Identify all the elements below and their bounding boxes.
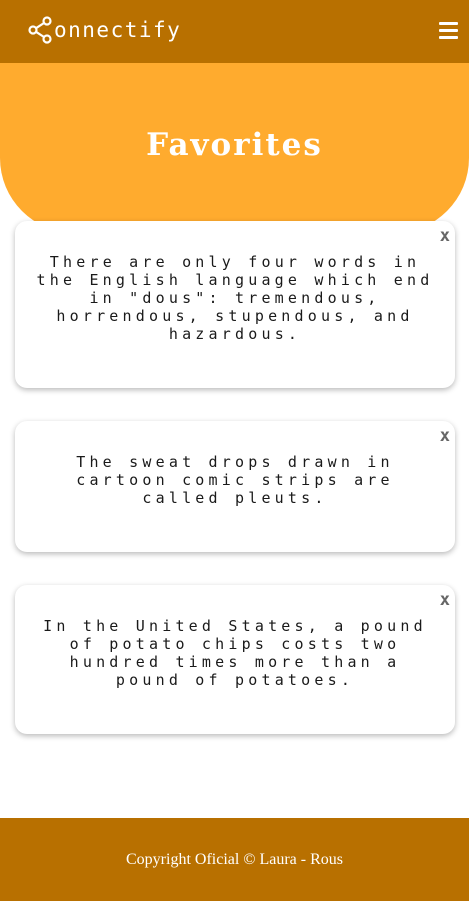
- favorite-card: x The sweat drops drawn in cartoon comic…: [15, 421, 455, 552]
- menu-bar: [439, 22, 458, 25]
- favorite-text: In the United States, a pound of potato …: [43, 617, 427, 689]
- favorite-text: The sweat drops drawn in cartoon comic s…: [76, 453, 394, 507]
- close-icon[interactable]: x: [440, 427, 450, 445]
- copyright-text: Copyright Oficial © Laura - Rous: [126, 850, 343, 868]
- close-icon[interactable]: x: [440, 227, 450, 245]
- navbar: onnectify: [0, 0, 469, 63]
- footer: Copyright Oficial © Laura - Rous: [0, 818, 469, 901]
- logo[interactable]: onnectify: [28, 14, 181, 46]
- favorite-card: x There are only four words in the Engli…: [15, 221, 455, 388]
- favorite-text: There are only four words in the English…: [36, 253, 434, 343]
- logo-text: onnectify: [54, 18, 182, 42]
- page-title: Favorites: [146, 127, 323, 163]
- menu-bar: [439, 29, 458, 32]
- share-icon: [28, 16, 52, 44]
- menu-bar: [439, 36, 458, 39]
- hamburger-menu-icon[interactable]: [439, 22, 458, 39]
- close-icon[interactable]: x: [440, 591, 450, 609]
- favorite-card: x In the United States, a pound of potat…: [15, 585, 455, 734]
